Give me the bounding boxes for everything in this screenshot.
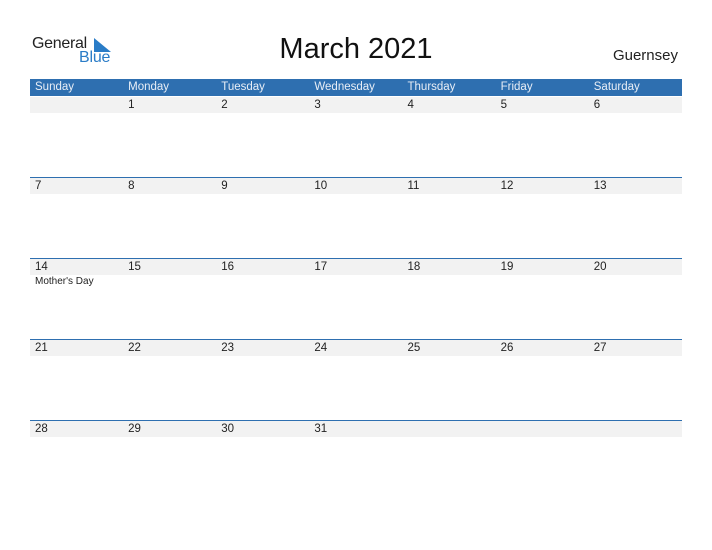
day-cell [403, 421, 496, 437]
weekday-header: Sunday Monday Tuesday Wednesday Thursday… [30, 79, 682, 96]
day-cell: 10 [314, 180, 328, 192]
day-cell: 17 [314, 261, 328, 273]
weekday-wednesday: Wednesday [314, 81, 375, 93]
day-cell: 16 [221, 261, 235, 273]
day-cell: 27 [593, 342, 607, 354]
event-label [496, 275, 589, 289]
event-label [123, 275, 216, 289]
date-band: 14 15 16 17 18 19 20 [30, 258, 682, 275]
day-cell: 25 [407, 342, 421, 354]
day-cell: 24 [314, 342, 328, 354]
day-cell: 2 [221, 99, 228, 111]
week-row: 28 29 30 31 [30, 420, 682, 502]
day-cell: 6 [593, 99, 601, 111]
date-band: 21 22 23 24 25 26 27 [30, 339, 682, 356]
date-band: 7 8 9 10 11 12 13 [30, 177, 682, 194]
events-row: Mother's Day [30, 275, 682, 289]
date-band: 1 2 3 4 5 6 [30, 97, 682, 113]
day-cell: 21 [35, 342, 48, 354]
day-cell: 4 [407, 99, 414, 111]
weekday-tuesday: Tuesday [221, 81, 265, 93]
day-cell: 1 [128, 99, 135, 111]
week-row: 21 22 23 24 25 26 27 [30, 339, 682, 421]
day-cell [30, 97, 123, 113]
week-row: 1 2 3 4 5 6 [30, 97, 682, 178]
week-row: 7 8 9 10 11 12 13 [30, 177, 682, 259]
day-cell: 11 [407, 180, 420, 192]
day-cell: 29 [128, 423, 141, 435]
day-cell: 15 [128, 261, 141, 273]
weekday-thursday: Thursday [407, 81, 456, 93]
calendar-title: March 2021 [279, 33, 433, 65]
day-cell: 14 [35, 261, 48, 273]
event-label [309, 275, 402, 289]
event-label [403, 275, 496, 289]
day-cell: 3 [314, 99, 321, 111]
event-label [216, 275, 309, 289]
day-cell: 31 [314, 423, 328, 435]
day-cell: 5 [500, 99, 508, 111]
day-cell: 19 [500, 261, 514, 273]
day-cell: 9 [221, 180, 228, 192]
day-cell: 12 [500, 180, 514, 192]
day-cell: 20 [593, 261, 607, 273]
day-cell [589, 421, 682, 437]
day-cell: 18 [407, 261, 421, 273]
weekday-saturday: Saturday [593, 81, 640, 93]
day-cell [496, 421, 589, 437]
day-cell: 30 [221, 423, 235, 435]
week-row: 14 15 16 17 18 19 20 Mother's Day [30, 258, 682, 340]
country-label: Guernsey [612, 47, 678, 64]
day-cell: 23 [221, 342, 235, 354]
day-cell: 26 [500, 342, 514, 354]
day-cell: 8 [128, 180, 135, 192]
date-band: 28 29 30 31 [30, 420, 682, 437]
weekday-sunday: Sunday [35, 81, 75, 93]
holiday-mothers-day: Mother's Day [35, 276, 94, 287]
day-cell: 28 [35, 423, 48, 435]
day-cell: 13 [593, 180, 607, 192]
weekday-monday: Monday [128, 81, 170, 93]
day-cell: 7 [35, 180, 42, 192]
calendar-grid: 1 2 3 4 5 6 7 8 9 10 11 12 13 14 15 16 1… [30, 97, 682, 502]
event-label [589, 275, 682, 289]
weekday-friday: Friday [500, 81, 533, 93]
day-cell: 22 [128, 342, 141, 354]
